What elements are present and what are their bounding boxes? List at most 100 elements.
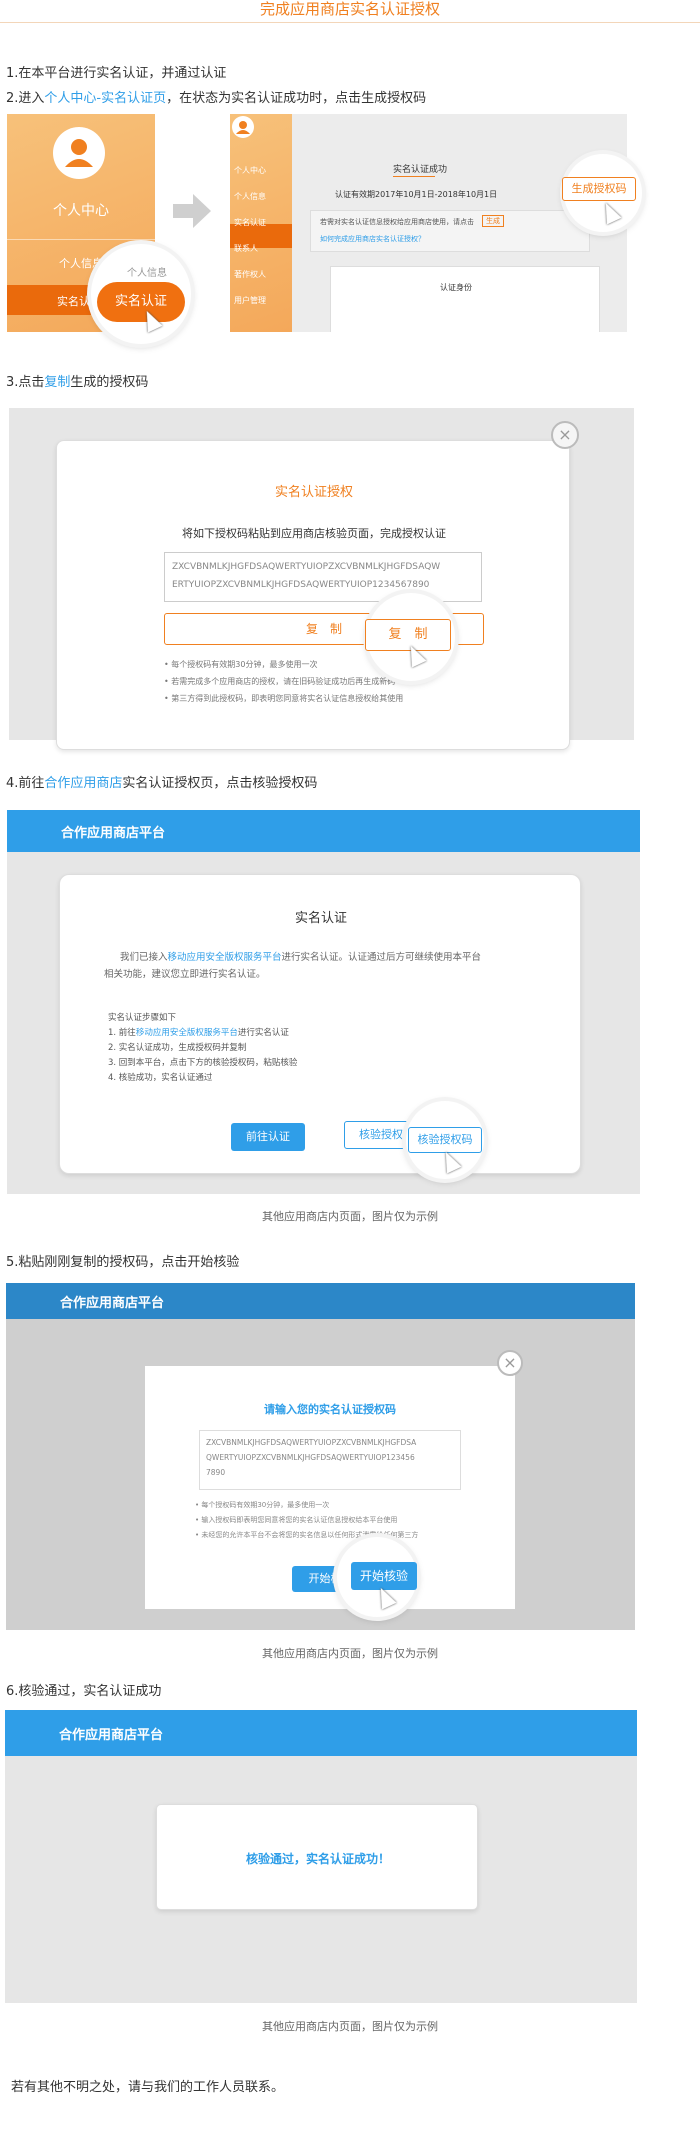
step-3-suffix: 生成的授权码: [70, 375, 149, 390]
zoom-circle: 生成授权码: [562, 154, 642, 232]
platform-header: 合作应用商店平台: [6, 1283, 635, 1319]
step-item: 4. 核验成功，实名认证通过: [108, 1073, 213, 1083]
step-4-suffix: 实名认证授权页，点击核验授权码: [122, 776, 318, 791]
footer-text: 若有其他不明之处，请与我们的工作人员联系。: [11, 2080, 285, 2095]
step-3-prefix: 3.点击: [6, 375, 45, 390]
identity-card: [330, 266, 600, 332]
page-title: 完成应用商店实名认证授权: [259, 0, 440, 18]
platform-header: 合作应用商店平台: [5, 1710, 637, 1756]
notes-list: • 每个授权码有效期30分钟，最多使用一次 • 输入授权码即表明您同意将您的实名…: [195, 1498, 418, 1543]
step-4-illustration: 合作应用商店平台 实名认证 我们已接入移动应用安全版权服务平台进行实名认证。认证…: [7, 810, 640, 1194]
code-input-dialog: 请输入您的实名认证授权码 ZXCVBNMLKJHGFDSAQWERTYUIOPZ…: [145, 1366, 515, 1609]
status-underline: [393, 176, 435, 177]
generate-code-button[interactable]: 生成授权码: [562, 177, 636, 201]
step-6-text: 6.核验通过，实名认证成功: [6, 1684, 162, 1699]
step-5-text: 5.粘贴刚刚复制的授权码，点击开始核验: [6, 1255, 240, 1270]
intro-suffix: 进行实名认证。认证通过后方可继续使用本平台: [281, 952, 482, 963]
personal-center-label: 个人中心: [53, 203, 109, 219]
step-item: 3. 回到本平台，点击下方的核验授权码，粘贴核验: [108, 1058, 298, 1068]
code-line: QWERTYUIOPZXCVBNMLKJHGFDSAQWERTYUIOP1234…: [206, 1453, 415, 1462]
step-5-caption: 其他应用商店内页面，图片仅为示例: [262, 1647, 438, 1660]
sidebar-item[interactable]: 个人中心: [234, 158, 266, 184]
zoom-circle: 开始核验: [337, 1537, 417, 1617]
code-line: ZXCVBNMLKJHGFDSAQWERTYUIOPZXCVBNMLKJHGFD…: [172, 562, 441, 572]
platform-link[interactable]: 移动应用安全版权服务平台: [136, 1028, 238, 1038]
step-2-suffix: ，在状态为实名认证成功时，点击生成授权码: [166, 91, 427, 106]
user-icon: [65, 139, 93, 167]
intro-prefix: 我们已接入: [120, 952, 168, 963]
auth-dialog: 实名认证授权 将如下授权码粘贴到应用商店核验页面，完成授权认证 ZXCVBNML…: [56, 440, 570, 750]
step-4-text: 4.前往合作应用商店实名认证授权页，点击核验授权码: [6, 772, 317, 791]
step-item-prefix: 1. 前往: [108, 1028, 136, 1038]
close-icon[interactable]: ×: [551, 421, 579, 449]
copy-link[interactable]: 复制: [44, 375, 70, 390]
step-item-suffix: 进行实名认证: [237, 1028, 289, 1038]
step-5-illustration: 合作应用商店平台 请输入您的实名认证授权码 ZXCVBNMLKJHGFDSAQW…: [6, 1283, 635, 1630]
note-item: • 第三方得到此授权码，即表明您同意将实名认证信息授权给其使用: [164, 694, 404, 703]
zoom-circle: 核验授权码: [406, 1101, 484, 1179]
success-card: 核验通过，实名认证成功！: [156, 1804, 478, 1910]
platform-link[interactable]: 移动应用安全版权服务平台: [168, 952, 282, 963]
step-6-illustration: 合作应用商店平台 核验通过，实名认证成功！: [5, 1710, 637, 2003]
cursor-icon: [598, 199, 622, 225]
steps-list: 实名认证步骤如下 1. 前往移动应用安全版权服务平台进行实名认证 2. 实名认证…: [108, 1011, 297, 1086]
right-screenshot: 个人中心 个人信息 实名认证 联系人 著作权人 用户管理 实名认证成功 认证有效…: [230, 114, 627, 332]
note-item: • 每个授权码有效期30分钟，最多使用一次: [164, 660, 318, 669]
partner-store-link[interactable]: 合作应用商店: [44, 776, 122, 791]
step-3-illustration: 实名认证授权 将如下授权码粘贴到应用商店核验页面，完成授权认证 ZXCVBNML…: [9, 408, 634, 750]
auth-code-input[interactable]: ZXCVBNMLKJHGFDSAQWERTYUIOPZXCVBNMLKJHGFD…: [199, 1430, 461, 1490]
step-3-text: 3.点击复制生成的授权码: [6, 371, 148, 390]
verify-code-button-zoomed[interactable]: 核验授权码: [408, 1127, 482, 1153]
note-item: • 每个授权码有效期30分钟，最多使用一次: [195, 1501, 330, 1509]
realname-card: 实名认证 我们已接入移动应用安全版权服务平台进行实名认证。认证通过后方可继续使用…: [59, 874, 581, 1174]
title-divider: [0, 22, 700, 23]
auth-desc: 若需对实名认证信息授权给应用商店使用，请点击: [320, 218, 474, 226]
step-2-prefix: 2.进入: [6, 91, 45, 106]
note-item: • 若需完成多个应用商店的授权，请在旧码验证成功后再生成新码: [164, 677, 396, 686]
step-item: 1. 前往移动应用安全版权服务平台进行实名认证: [108, 1026, 297, 1041]
identity-label: 认证身份: [440, 283, 472, 292]
intro-text: 我们已接入移动应用安全版权服务平台进行实名认证。认证通过后方可继续使用本平台: [120, 949, 481, 963]
dialog-title: 请输入您的实名认证授权码: [264, 1403, 396, 1416]
user-icon: [232, 116, 254, 138]
status-title: 实名认证成功: [393, 165, 448, 175]
realname-menu-label: 实名认: [57, 295, 90, 308]
help-link[interactable]: 如何完成应用商店实名认证授权？: [320, 234, 425, 244]
personal-center-link[interactable]: 个人中心-实名认证页: [44, 91, 166, 106]
goto-auth-button[interactable]: 前往认证: [231, 1123, 305, 1151]
step-4-prefix: 4.前往: [6, 776, 45, 791]
sidebar-item[interactable]: 联系人: [234, 236, 266, 262]
sidebar-item[interactable]: 著作权人: [234, 262, 266, 288]
divider: [7, 239, 155, 240]
instruction-text: 将如下授权码粘贴到应用商店核验页面，完成授权认证: [182, 527, 446, 540]
sidebar-item[interactable]: 个人信息: [234, 184, 266, 210]
success-message: 核验通过，实名认证成功！: [245, 1852, 390, 1866]
step-2-illustration: 个人中心 个人信息 实名认 个人信息 实名认证 个人中心 个人信息 实名认证 联…: [7, 114, 642, 344]
code-line: 7890: [206, 1468, 226, 1477]
sidebar-menu: 个人中心 个人信息 实名认证 联系人 著作权人 用户管理: [234, 158, 266, 314]
step-4-caption: 其他应用商店内页面，图片仅为示例: [262, 1210, 438, 1223]
zoom-circle: 复 制: [365, 593, 455, 681]
auth-code-box: ZXCVBNMLKJHGFDSAQWERTYUIOPZXCVBNMLKJHGFD…: [164, 552, 482, 602]
card-title: 实名认证: [294, 911, 347, 926]
dialog-title: 实名认证授权: [274, 485, 353, 500]
step-2-text: 2.进入个人中心-实名认证页，在状态为实名认证成功时，点击生成授权码: [6, 87, 426, 106]
steps-title: 实名认证步骤如下: [108, 1013, 177, 1023]
intro-line-2: 相关功能，建议您立即进行实名认证。: [104, 969, 266, 980]
zoom-personal-info: 个人信息: [127, 268, 167, 279]
step-6-caption: 其他应用商店内页面，图片仅为示例: [262, 2020, 438, 2033]
arrow-right-icon: [173, 194, 211, 228]
code-line: ZXCVBNMLKJHGFDSAQWERTYUIOPZXCVBNMLKJHGFD…: [206, 1438, 417, 1447]
sidebar-item[interactable]: 实名认证: [234, 210, 266, 236]
avatar: [53, 127, 105, 179]
platform-header: 合作应用商店平台: [7, 810, 640, 852]
note-item: • 输入授权码即表明您同意将您的实名认证信息授权给本平台使用: [195, 1516, 398, 1524]
zoom-circle: 个人信息 实名认证: [91, 244, 191, 344]
generate-small-button[interactable]: 生成: [482, 215, 504, 227]
close-icon[interactable]: ×: [497, 1350, 523, 1376]
sidebar-item[interactable]: 用户管理: [234, 288, 266, 314]
step-1-text: 1.在本平台进行实名认证，并通过认证: [6, 66, 227, 81]
validity-text: 认证有效期2017年10月1日-2018年10月1日: [335, 190, 498, 199]
code-line: ERTYUIOPZXCVBNMLKJHGFDSAQWERTYUIOP123456…: [172, 580, 430, 590]
step-item: 2. 实名认证成功，生成授权码并复制: [108, 1043, 247, 1053]
